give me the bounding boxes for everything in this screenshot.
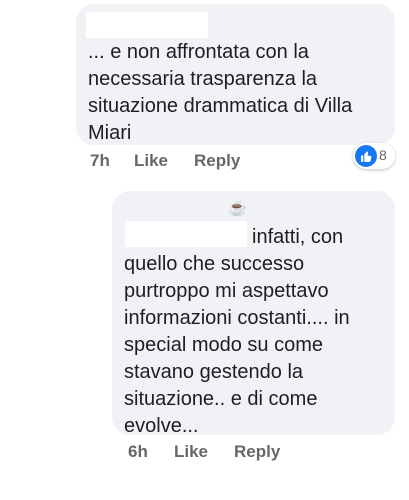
comment-text: infatti, con quello che successo purtrop… [124, 226, 350, 437]
comment-timestamp[interactable]: 7h [90, 151, 110, 171]
like-button[interactable]: Like [174, 442, 208, 462]
like-button[interactable]: Like [134, 151, 168, 171]
reply-comment-bubble: ☕ infatti, con quello che successo purtr… [112, 191, 395, 437]
reaction-count: 8 [379, 147, 387, 163]
coffee-icon: ☕ [228, 200, 247, 217]
like-icon [355, 145, 377, 167]
reply-button[interactable]: Reply [234, 442, 280, 462]
comment-text: ... e non affrontata con la necessaria t… [88, 41, 353, 144]
comment-timestamp[interactable]: 6h [128, 442, 148, 462]
reaction-badge[interactable]: 8 [353, 143, 395, 169]
redacted-author-name [86, 12, 208, 38]
reply-button[interactable]: Reply [194, 151, 240, 171]
comment-bubble: ... e non affrontata con la necessaria t… [76, 4, 395, 145]
